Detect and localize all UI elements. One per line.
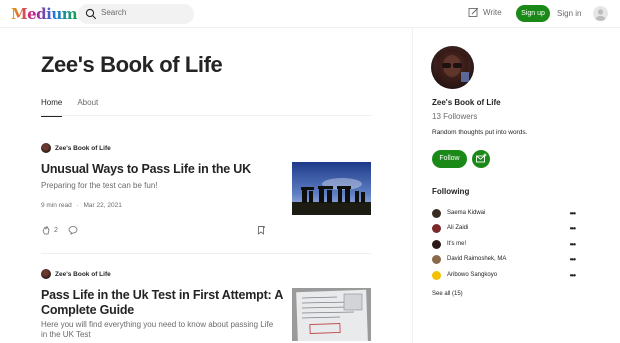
following-item[interactable]: David Raimoshek, MA ••• xyxy=(432,254,576,264)
sign-up-button[interactable]: Sign up xyxy=(516,5,550,22)
following-avatar xyxy=(432,270,441,280)
followers-count[interactable]: 13 Followers xyxy=(432,112,477,121)
following-item[interactable]: Saema Kidwai ••• xyxy=(432,208,576,218)
following-avatar xyxy=(432,239,441,249)
following-avatar xyxy=(432,223,441,233)
sidebar-divider xyxy=(412,28,413,343)
more-options-icon[interactable]: ••• xyxy=(570,255,576,264)
logo-text: Medium xyxy=(11,5,78,23)
publication-title: Zee's Book of Life xyxy=(41,52,223,77)
search-placeholder: Search xyxy=(101,8,127,17)
post-subtitle-line: in the UK Test xyxy=(41,330,91,339)
post-subtitle[interactable]: Preparing for the test can be fun! xyxy=(41,181,158,191)
see-all-following-link[interactable]: See all (15) xyxy=(432,291,463,297)
post-date: Mar 22, 2021 xyxy=(83,202,122,209)
bookmark-icon[interactable] xyxy=(256,225,266,235)
more-options-icon[interactable]: ••• xyxy=(570,240,576,249)
more-options-icon[interactable]: ••• xyxy=(570,209,576,218)
following-name: Saema Kidwai xyxy=(447,210,486,216)
clap-count: 2 xyxy=(54,226,58,234)
post-thumbnail-stonehenge[interactable] xyxy=(292,162,371,215)
following-name: Aribowo Sangkoyo xyxy=(447,272,498,278)
author-avatar xyxy=(41,269,51,279)
mail-plus-icon xyxy=(476,153,487,163)
post-meta: 9 min read · Mar 22, 2021 xyxy=(41,202,122,209)
post-author[interactable]: Zee's Book of Life xyxy=(41,143,111,153)
post-actions: 2 xyxy=(41,225,78,235)
publication-bio: Random thoughts put into words. xyxy=(432,129,528,136)
following-item[interactable]: It's me! ••• xyxy=(432,239,576,249)
following-name: Ali Zaidi xyxy=(447,225,469,231)
tabs-divider xyxy=(41,115,371,116)
search-icon xyxy=(85,8,97,20)
more-options-icon[interactable]: ••• xyxy=(570,224,576,233)
sign-in-link[interactable]: Sign in xyxy=(557,9,581,18)
author-name: Zee's Book of Life xyxy=(55,144,111,152)
clap-icon xyxy=(42,226,50,235)
post-divider xyxy=(41,253,371,254)
post-thumbnail-document[interactable] xyxy=(292,288,371,341)
write-button[interactable]: Write xyxy=(468,7,502,18)
clap-button[interactable]: 2 xyxy=(41,225,58,235)
more-options-icon[interactable]: ••• xyxy=(570,271,576,280)
write-label: Write xyxy=(483,8,502,17)
post-author[interactable]: Zee's Book of Life xyxy=(41,269,111,279)
meta-dot: · xyxy=(76,202,79,209)
user-avatar-icon[interactable] xyxy=(593,6,608,21)
comment-icon[interactable] xyxy=(68,225,78,235)
post-title-line: Pass Life in the Uk Test in First Attemp… xyxy=(41,288,284,302)
post-subtitle-line: Here you will find everything you need t… xyxy=(41,320,274,329)
following-avatar xyxy=(432,254,441,264)
following-name: David Raimoshek, MA xyxy=(447,256,507,262)
following-heading: Following xyxy=(432,187,470,196)
post-title[interactable]: Pass Life in the Uk Test in First Attemp… xyxy=(41,288,283,318)
author-avatar xyxy=(41,143,51,153)
following-item[interactable]: Aribowo Sangkoyo ••• xyxy=(432,270,576,280)
medium-logo[interactable]: Medium xyxy=(11,5,78,23)
sidebar-publication-name[interactable]: Zee's Book of Life xyxy=(432,98,501,107)
read-time: 9 min read xyxy=(41,202,72,209)
publication-avatar[interactable] xyxy=(431,46,474,89)
write-icon xyxy=(468,7,479,17)
author-name: Zee's Book of Life xyxy=(55,270,111,278)
post-title-line: Complete Guide xyxy=(41,303,135,317)
subscribe-email-button[interactable] xyxy=(472,150,490,168)
post-title[interactable]: Unusual Ways to Pass Life in the UK xyxy=(41,162,251,177)
search-bar[interactable]: Search xyxy=(78,4,194,24)
top-bar: Medium Search Write Sign up Sign in xyxy=(0,0,620,28)
following-item[interactable]: Ali Zaidi ••• xyxy=(432,223,576,233)
following-name: It's me! xyxy=(447,241,467,247)
follow-button[interactable]: Follow xyxy=(432,150,467,168)
post-subtitle[interactable]: Here you will find everything you need t… xyxy=(41,320,273,340)
following-avatar xyxy=(432,208,441,218)
